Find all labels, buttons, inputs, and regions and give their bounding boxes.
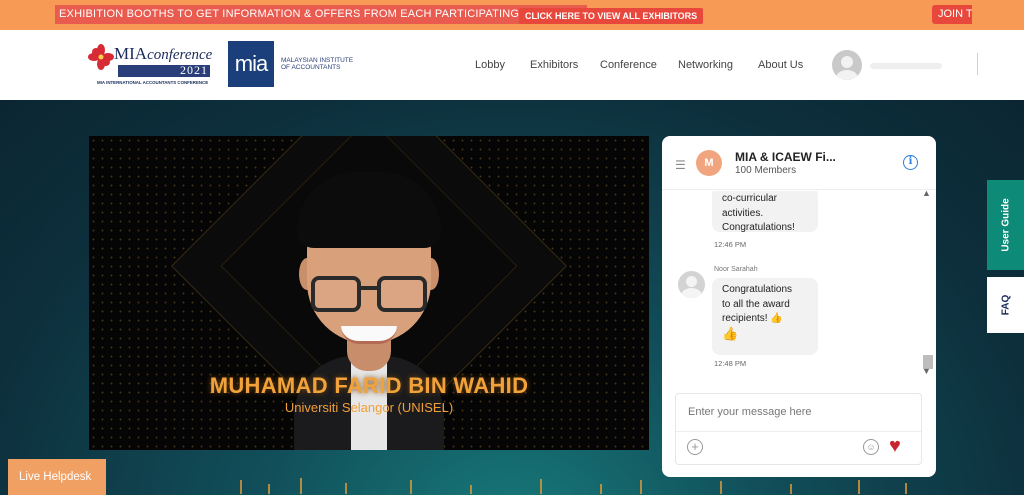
chevron-down-icon[interactable]: ▼ xyxy=(922,366,931,376)
decor-spark xyxy=(905,483,907,494)
mia-conference-logo[interactable]: MIAconference 2021 MIA INTERNATIONAL ACC… xyxy=(88,42,213,88)
chat-members-count[interactable]: 100 Members xyxy=(735,165,796,176)
sender-avatar-head xyxy=(686,276,697,287)
top-banner: EXHIBITION BOOTHS TO GET INFORMATION & O… xyxy=(0,0,1024,30)
mia-logo-text: mia xyxy=(234,51,268,76)
decor-spark xyxy=(858,480,860,494)
composer-divider xyxy=(676,431,921,432)
avatar-head xyxy=(841,56,853,68)
decor-spark xyxy=(540,479,542,494)
message-line: to all the award xyxy=(722,298,790,310)
banner-ticker: EXHIBITION BOOTHS TO GET INFORMATION & O… xyxy=(55,5,588,24)
chat-panel: ☰ M MIA & ICAEW Fi... 100 Members i co-c… xyxy=(662,136,936,477)
mia-name-line-1: MALAYSIAN INSTITUTE xyxy=(281,57,354,64)
decor-spark xyxy=(345,483,347,494)
mia-logo-name: MALAYSIAN INSTITUTE OF ACCOUNTANTS xyxy=(281,57,353,71)
speaker-glasses-right xyxy=(377,276,427,312)
logo-title: MIAconference xyxy=(114,44,213,63)
mia-name-line-2: OF ACCOUNTANTS xyxy=(281,64,341,71)
decor-spark xyxy=(470,485,472,494)
smile-icon[interactable]: ☺ xyxy=(863,439,879,455)
hamburger-icon[interactable]: ☰ xyxy=(675,158,686,172)
message-time: 12:48 PM xyxy=(714,359,747,368)
faq-tab[interactable]: FAQ xyxy=(987,277,1024,333)
nav-networking[interactable]: Networking xyxy=(678,59,733,71)
speaker-glasses-left xyxy=(311,276,361,312)
header-divider xyxy=(977,53,978,75)
username-placeholder[interactable] xyxy=(870,63,942,69)
user-guide-tab[interactable]: User Guide xyxy=(987,180,1024,270)
message-line: Congratulations xyxy=(722,284,793,295)
decor-spark xyxy=(600,484,602,494)
chat-title: MIA & ICAEW Fi... xyxy=(735,150,836,164)
chat-message-bubble: Congratulations to all the award recipie… xyxy=(712,278,818,355)
nav-exhibitors[interactable]: Exhibitors xyxy=(530,59,578,71)
group-avatar: M xyxy=(696,150,722,176)
message-line: Congratulations! xyxy=(722,222,795,233)
chat-message-bubble: co-curricular activities. Congratulation… xyxy=(712,191,818,233)
sender-avatar[interactable] xyxy=(678,271,705,298)
view-exhibitors-button[interactable]: CLICK HERE TO VIEW ALL EXHIBITORS xyxy=(519,8,704,24)
speaker-university: Universiti Selangor (UNISEL) xyxy=(284,400,454,415)
heart-icon[interactable]: ♥ xyxy=(889,434,901,458)
decor-spark xyxy=(410,480,412,494)
avatar-body xyxy=(836,70,858,80)
chevron-up-icon[interactable]: ▲ xyxy=(922,188,931,198)
mia-logo[interactable]: mia xyxy=(228,41,274,87)
live-helpdesk-button[interactable]: Live Helpdesk xyxy=(8,459,106,495)
message-sender: Noor Sarahah xyxy=(714,266,758,273)
thumbs-up-icon: 👍 xyxy=(722,325,739,341)
video-player[interactable]: MUHAMAD FARID BIN WAHID Universiti Selan… xyxy=(89,136,649,450)
logo-subtitle: MIA INTERNATIONAL ACCOUNTANTS CONFERENCE xyxy=(97,80,209,85)
message-line: co-curricular xyxy=(722,193,778,204)
chat-messages[interactable]: co-curricular activities. Congratulation… xyxy=(662,191,936,381)
user-avatar[interactable] xyxy=(832,50,862,80)
nav-conference[interactable]: Conference xyxy=(600,59,657,71)
logo-year: 2021 xyxy=(180,63,208,77)
decor-spark xyxy=(268,484,270,494)
chat-composer: + ☺ ♥ xyxy=(675,393,922,465)
flower-logo-icon xyxy=(88,44,114,70)
nav-lobby[interactable]: Lobby xyxy=(475,59,505,71)
decor-spark xyxy=(790,484,792,494)
message-time: 12:46 PM xyxy=(714,240,747,249)
faq-label: FAQ xyxy=(1000,294,1011,316)
plus-icon[interactable]: + xyxy=(687,439,703,455)
user-guide-label: User Guide xyxy=(1000,198,1011,252)
sender-avatar-body xyxy=(681,288,702,298)
message-line: recipients! 👍 xyxy=(722,313,783,324)
decor-spark xyxy=(300,478,302,494)
decor-spark xyxy=(720,481,722,494)
nav-about-us[interactable]: About Us xyxy=(758,59,803,71)
speaker-name: MUHAMAD FARID BIN WAHID xyxy=(209,373,529,398)
decor-spark xyxy=(240,480,242,494)
decor-spark xyxy=(640,480,642,494)
join-button[interactable]: JOIN T xyxy=(932,5,972,24)
chat-header: ☰ M MIA & ICAEW Fi... 100 Members i xyxy=(662,136,936,190)
info-icon[interactable]: i xyxy=(903,155,918,170)
message-line: activities. xyxy=(722,207,764,219)
header: MIAconference 2021 MIA INTERNATIONAL ACC… xyxy=(0,30,1024,100)
speaker-glasses-bridge xyxy=(359,286,379,290)
chat-message-input[interactable] xyxy=(677,395,920,429)
